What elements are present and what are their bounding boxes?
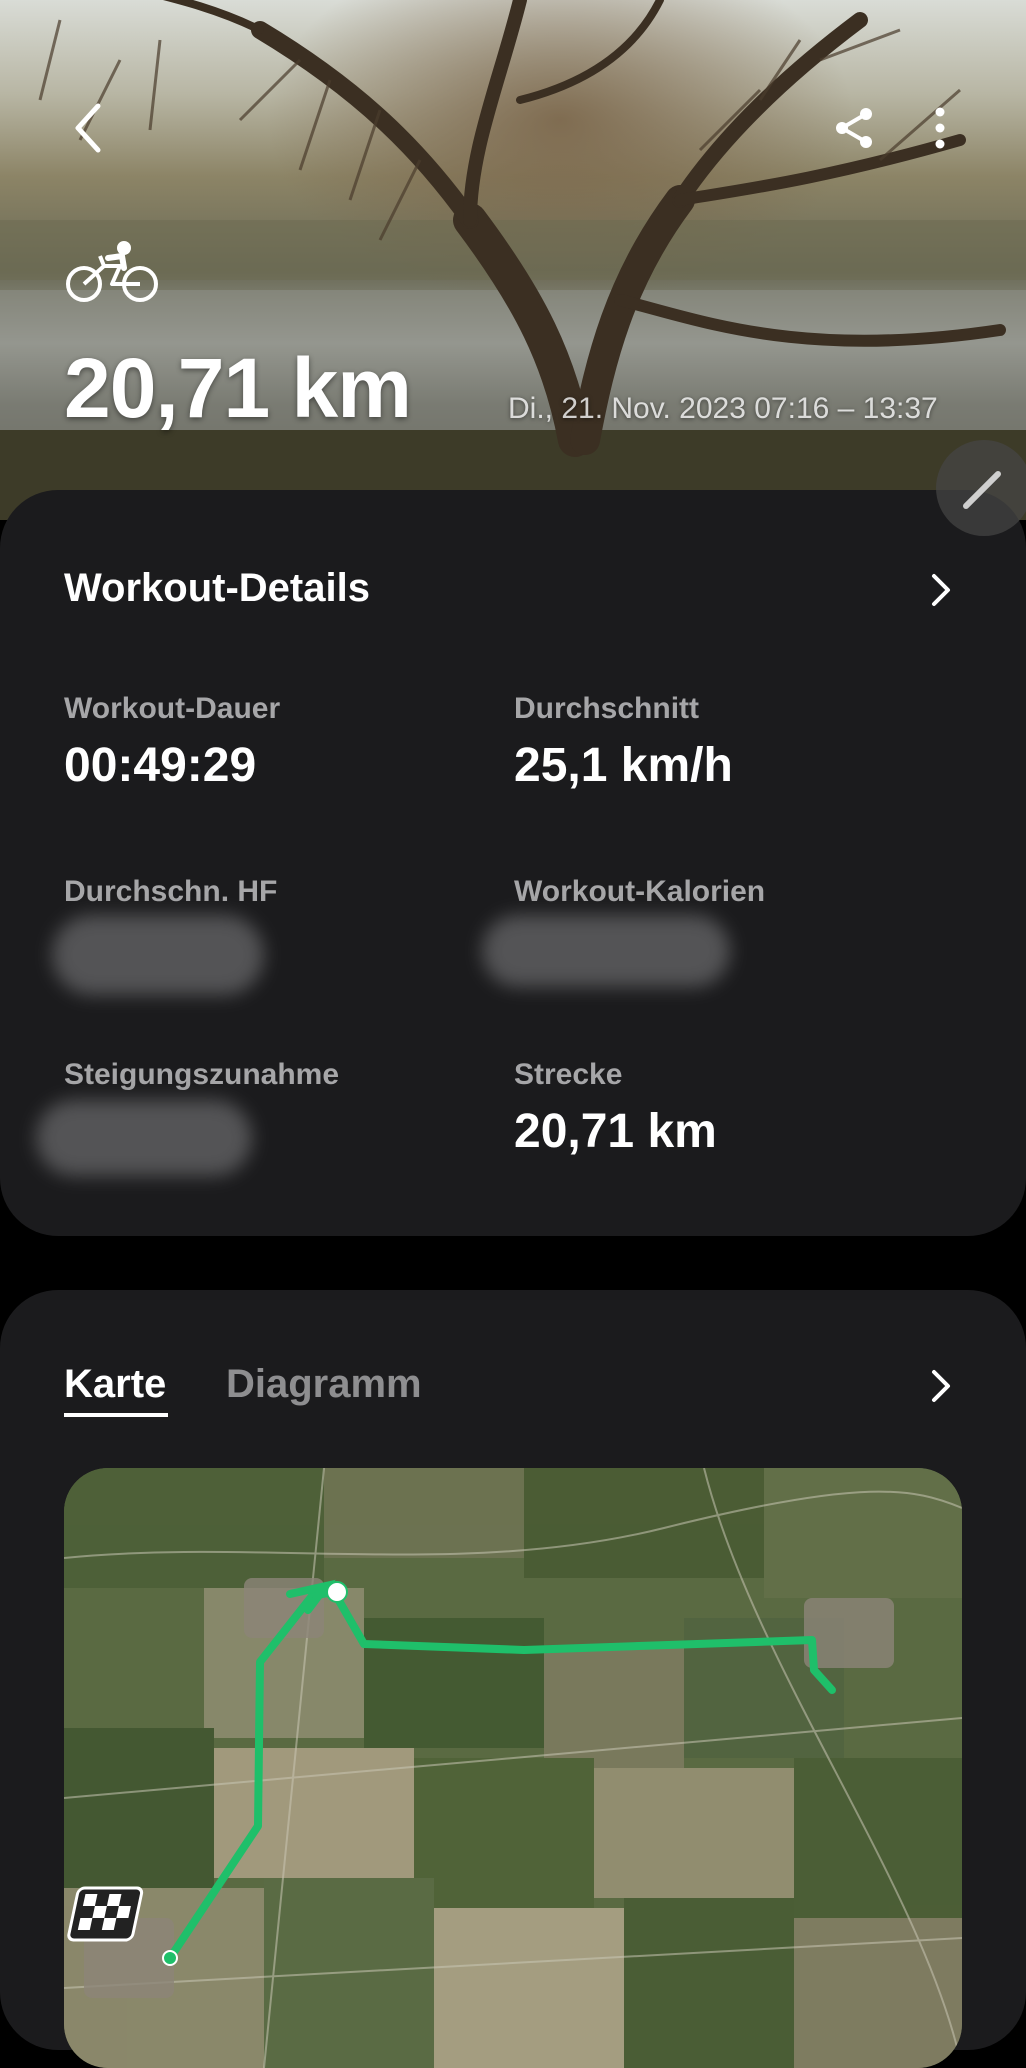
cycling-icon xyxy=(66,241,158,302)
workout-details-title[interactable]: Workout-Details xyxy=(64,566,370,611)
stat-label-elevation-gain: Steigungszunahme xyxy=(64,1058,340,1091)
hero-photo: 20,71 km Di., 21. Nov. 2023 07:16 – 13:3… xyxy=(0,0,1026,520)
stat-label-average-speed: Durchschnitt xyxy=(514,692,700,725)
stat-label-calories: Workout-Kalorien xyxy=(514,875,766,908)
stat-label-distance: Strecke xyxy=(514,1058,623,1091)
stat-value-distance: 20,71 km xyxy=(514,1105,717,1158)
redacted-heart-rate xyxy=(52,915,264,995)
total-distance: 20,71 km xyxy=(64,341,412,435)
redacted-elevation-gain xyxy=(36,1100,252,1176)
share-button[interactable] xyxy=(826,100,882,156)
tab-karte[interactable]: Karte xyxy=(64,1362,166,1407)
pencil-icon xyxy=(963,471,1001,509)
workout-datetime: Di., 21. Nov. 2023 07:16 – 13:37 xyxy=(508,392,938,425)
stat-value-duration: 00:49:29 xyxy=(64,739,257,792)
chevron-right-icon[interactable] xyxy=(920,570,960,610)
stat-label-avg-heart-rate: Durchschn. HF xyxy=(64,875,278,908)
chevron-right-icon[interactable] xyxy=(920,1366,960,1406)
route-map[interactable] xyxy=(64,1468,962,2068)
back-button[interactable] xyxy=(60,100,116,156)
stat-label-duration: Workout-Dauer xyxy=(64,692,281,725)
route-end-marker xyxy=(326,1581,348,1603)
share-icon xyxy=(836,108,872,148)
edit-photo-button[interactable] xyxy=(936,440,1026,536)
tab-active-indicator xyxy=(64,1413,168,1417)
satellite-map xyxy=(64,1468,962,2068)
redacted-calories xyxy=(482,915,730,987)
tab-diagramm[interactable]: Diagramm xyxy=(226,1362,422,1407)
more-options-button[interactable] xyxy=(920,100,960,156)
more-vertical-icon xyxy=(935,107,945,149)
chevron-left-icon xyxy=(75,103,101,153)
stat-value-average-speed: 25,1 km/h xyxy=(514,739,733,792)
